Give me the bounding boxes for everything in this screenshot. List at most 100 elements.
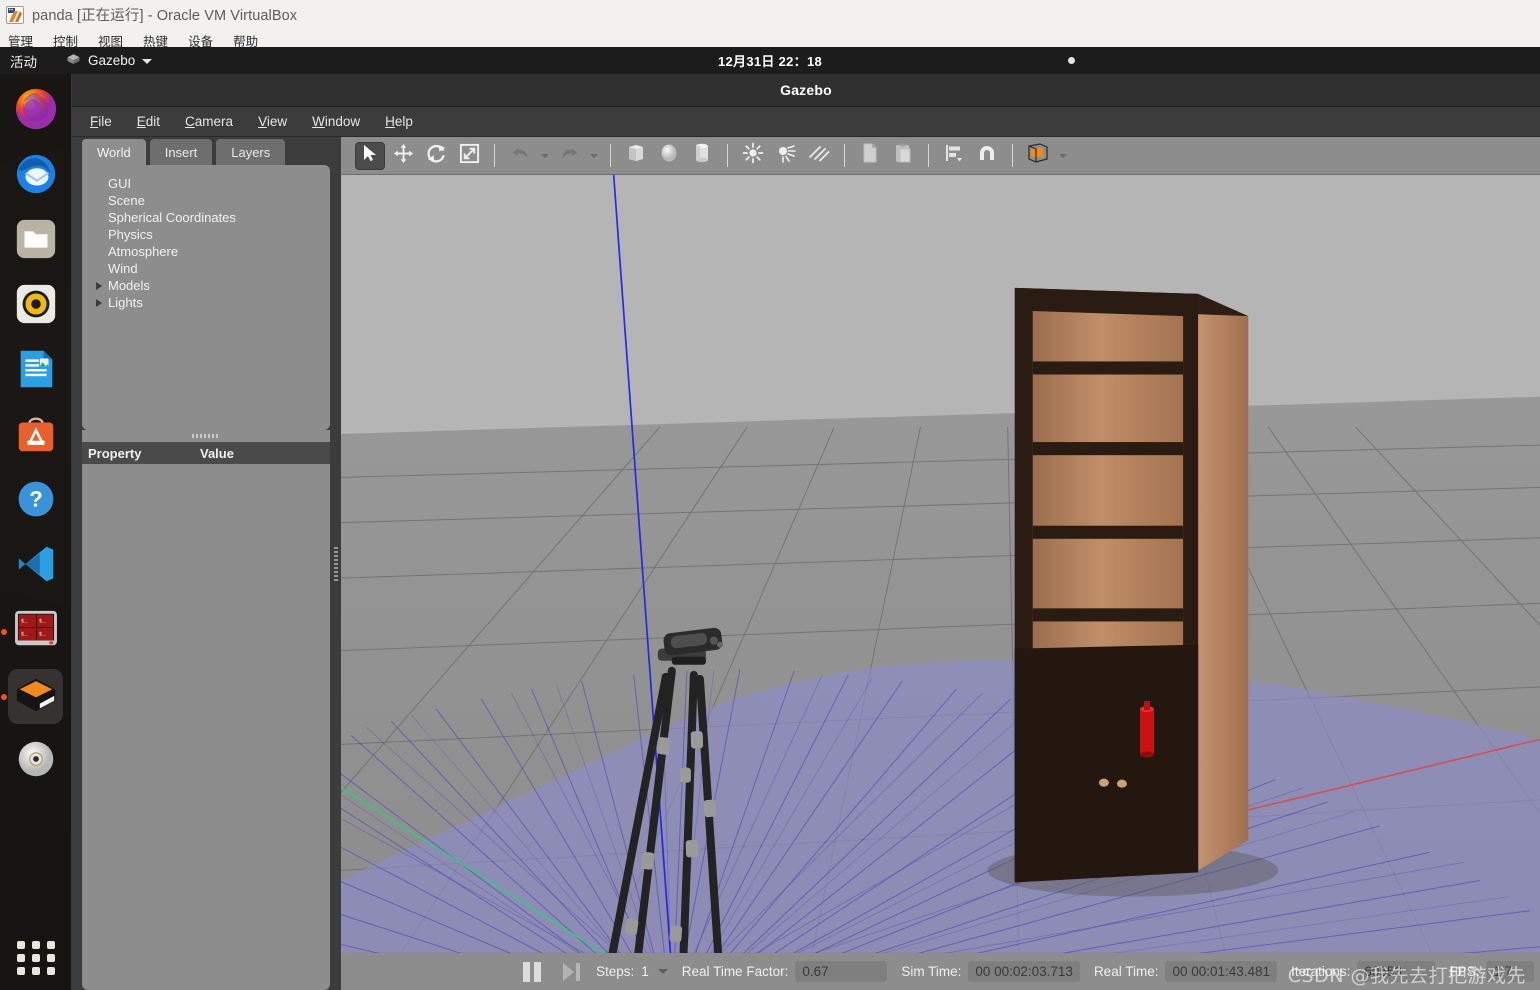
toolbar-separator xyxy=(1012,144,1013,167)
dock-item-thunderbird[interactable] xyxy=(8,149,63,204)
bookshelf-cabinet xyxy=(1014,644,1199,883)
undo-history-button[interactable] xyxy=(538,142,551,170)
show-applications-button[interactable] xyxy=(16,938,56,978)
tab-insert[interactable]: Insert xyxy=(149,139,213,165)
dock-item-files[interactable] xyxy=(8,214,63,269)
pause-icon xyxy=(534,961,541,982)
tree-item-lights[interactable]: Lights xyxy=(94,294,330,311)
redo-button[interactable] xyxy=(554,142,584,170)
world-tree[interactable]: GUI Scene Spherical Coordinates Physics … xyxy=(82,165,330,430)
gazebo-statusbar: Steps: 1 Real Time Factor: 0.67 Sim Time… xyxy=(341,953,1540,990)
cabinet-knob xyxy=(1098,778,1109,787)
gazebo-body: World Insert Layers GUI Scene Spherical … xyxy=(72,137,1540,990)
chevron-down-icon[interactable] xyxy=(657,969,668,974)
panel-splitter-horizontal[interactable] xyxy=(82,430,330,442)
view-cube-icon xyxy=(1026,142,1050,169)
bookshelf-model xyxy=(987,287,1279,897)
svg-text:$_: $_ xyxy=(38,617,45,624)
tab-world[interactable]: World xyxy=(82,139,146,165)
select-mode-button[interactable] xyxy=(355,141,385,170)
dock-item-vscode[interactable] xyxy=(8,539,63,594)
tree-item-gui[interactable]: GUI xyxy=(94,175,330,192)
box-icon xyxy=(625,142,647,169)
menu-window[interactable]: Window xyxy=(312,114,360,129)
copy-button[interactable] xyxy=(855,142,885,170)
magnet-icon xyxy=(976,142,998,169)
files-icon xyxy=(13,216,59,267)
render-viewport[interactable] xyxy=(341,175,1540,953)
step-button[interactable] xyxy=(563,962,580,981)
change-view-menu-button[interactable] xyxy=(1056,142,1069,170)
insert-point-light-button[interactable] xyxy=(738,142,768,170)
gnome-top-bar: 活动 Gazebo 12月31日 22：18 xyxy=(0,47,1540,74)
rhythmbox-icon xyxy=(13,281,59,332)
property-table-body[interactable] xyxy=(82,464,330,990)
app-menu-button[interactable]: Gazebo xyxy=(66,52,153,70)
paste-button[interactable] xyxy=(888,142,918,170)
tree-item-atmosphere[interactable]: Atmosphere xyxy=(94,243,330,260)
panel-splitter-vertical[interactable] xyxy=(330,137,341,990)
activities-button[interactable]: 活动 xyxy=(10,51,37,71)
change-view-button[interactable] xyxy=(1023,142,1053,170)
dock-item-rhythmbox[interactable] xyxy=(8,279,63,334)
menu-help[interactable]: Help xyxy=(385,114,413,129)
dot-indicator-icon xyxy=(1068,57,1075,64)
undo-button[interactable] xyxy=(505,142,535,170)
rotate-mode-button[interactable] xyxy=(421,142,451,170)
menu-file[interactable]: File xyxy=(90,114,112,129)
insert-cylinder-button[interactable] xyxy=(687,142,717,170)
bookshelf-shelf xyxy=(1032,525,1184,539)
cabinet-knob xyxy=(1116,779,1127,788)
align-button[interactable] xyxy=(939,142,969,170)
left-panel: World Insert Layers GUI Scene Spherical … xyxy=(72,137,330,990)
insert-spot-light-button[interactable] xyxy=(771,142,801,170)
splitter-grip-icon xyxy=(192,434,220,438)
tree-item-wind[interactable]: Wind xyxy=(94,260,330,277)
gazebo-window: Gazebo File Edit Camera View Window Help… xyxy=(72,74,1540,990)
insert-sphere-button[interactable] xyxy=(654,142,684,170)
app-menu-label: Gazebo xyxy=(88,53,136,68)
real-time-label: Real Time: xyxy=(1093,964,1159,979)
align-icon xyxy=(943,142,965,169)
svg-text:$_: $_ xyxy=(20,631,27,638)
dock-item-libreoffice-writer[interactable] xyxy=(8,344,63,399)
insert-directional-light-button[interactable] xyxy=(804,142,834,170)
scale-icon xyxy=(459,143,480,169)
guest-desktop: 活动 Gazebo 12月31日 22：18 ? $_ $_ $_ $_ Gaz… xyxy=(0,47,1540,990)
clock[interactable]: 12月31日 22：18 xyxy=(655,51,885,70)
menu-view[interactable]: View xyxy=(258,114,287,129)
real-time-factor-value: 0.67 xyxy=(795,961,888,982)
steps-field[interactable]: Steps: 1 xyxy=(596,964,668,979)
tree-item-models[interactable]: Models xyxy=(94,277,330,294)
insert-box-button[interactable] xyxy=(621,142,651,170)
gazebo-menubar: File Edit Camera View Window Help xyxy=(72,107,1540,137)
steps-value: 1 xyxy=(641,964,649,979)
app-grid-dot xyxy=(31,941,40,949)
dock-item-gazebo[interactable] xyxy=(8,669,63,724)
tab-layers[interactable]: Layers xyxy=(216,139,286,165)
tree-item-scene[interactable]: Scene xyxy=(94,192,330,209)
app-grid-dot xyxy=(46,941,55,949)
splitter-grip-icon xyxy=(333,546,338,581)
pause-button[interactable] xyxy=(523,961,541,982)
svg-text:$_: $_ xyxy=(38,631,45,638)
rotate-icon xyxy=(426,143,447,169)
dock-item-help[interactable]: ? xyxy=(8,474,63,529)
steps-label: Steps: xyxy=(596,964,635,979)
real-time-field: Real Time: 00 00:01:43.481 xyxy=(1093,961,1278,982)
real-time-value: 00 00:01:43.481 xyxy=(1165,961,1278,982)
menu-edit[interactable]: Edit xyxy=(137,114,160,129)
dock-item-terminal[interactable]: $_ $_ $_ $_ xyxy=(8,604,63,659)
tree-item-spherical-coordinates[interactable]: Spherical Coordinates xyxy=(94,209,330,226)
dock-item-firefox[interactable] xyxy=(8,84,63,139)
redo-history-button[interactable] xyxy=(587,142,600,170)
app-grid-dot xyxy=(16,941,25,949)
snap-button[interactable] xyxy=(972,142,1002,170)
tree-item-physics[interactable]: Physics xyxy=(94,226,330,243)
menu-camera[interactable]: Camera xyxy=(185,114,233,129)
translate-mode-button[interactable] xyxy=(388,142,418,170)
dock-item-ubuntu-software[interactable] xyxy=(8,409,63,464)
gazebo-dock-icon xyxy=(12,672,60,721)
scale-mode-button[interactable] xyxy=(454,142,484,170)
dock-item-disc[interactable] xyxy=(8,734,63,789)
